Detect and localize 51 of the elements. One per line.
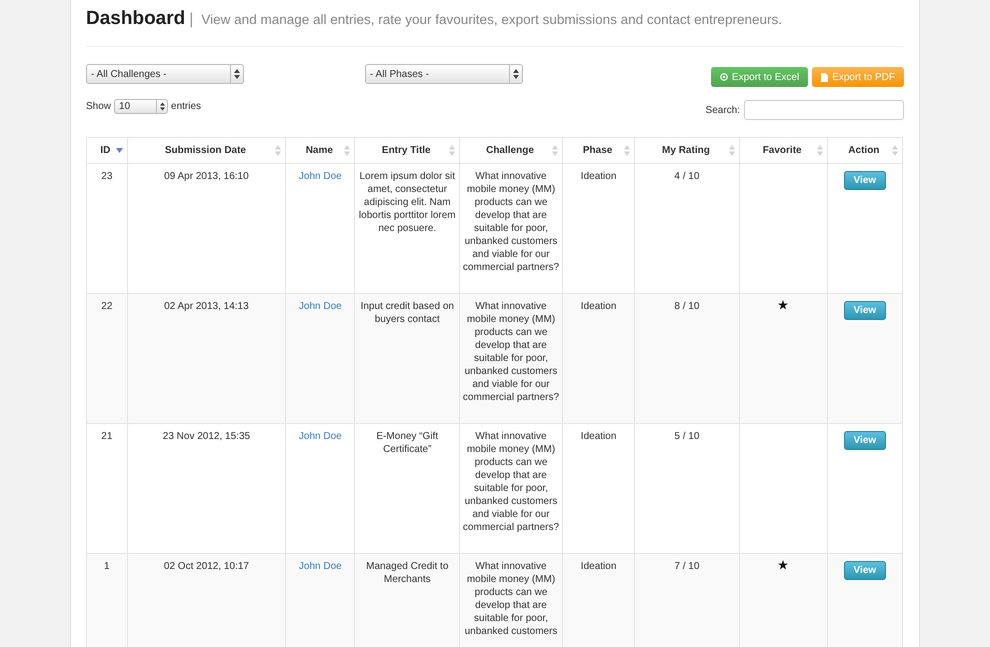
challenge-cell: What innovative mobile money (MM) products can we develop that are suitable for poor, unbanked customers and viable for our commercial partners? [460, 294, 562, 424]
column-header[interactable]: ID [86, 138, 128, 164]
phase-dropdown[interactable]: - All Phases - [365, 64, 523, 84]
id-cell: 23 [86, 164, 128, 294]
column-header[interactable]: Favorite [739, 138, 828, 164]
show-label: Show [86, 101, 112, 112]
dropdown-arrows-icon [234, 69, 240, 79]
rating-cell: 7 / 10 [634, 554, 740, 647]
sort-icon[interactable] [449, 145, 456, 156]
column-header[interactable]: Phase [562, 138, 635, 164]
column-header[interactable]: Submission Date [127, 138, 286, 164]
dropdown-arrows-icon [160, 102, 165, 111]
search-field[interactable] [744, 100, 904, 120]
document-icon [821, 72, 828, 82]
id-cell: 21 [86, 424, 128, 554]
entries-dropdown[interactable]: 10 [114, 99, 168, 114]
phase-cell: Ideation [562, 554, 635, 647]
id-cell: 1 [86, 554, 128, 647]
page-title: Dashboard [86, 8, 186, 30]
column-header[interactable]: Name [286, 138, 355, 164]
sort-icon[interactable] [728, 145, 735, 156]
id-cell: 22 [86, 294, 128, 424]
date-cell: 02 Apr 2013, 14:13 [127, 294, 286, 424]
column-header[interactable]: My Rating [634, 138, 740, 164]
sort-descending-icon[interactable] [116, 148, 123, 153]
name-link[interactable]: John Doe [298, 171, 342, 182]
entries-label: entries [171, 101, 202, 112]
name-link[interactable]: John Doe [298, 431, 342, 442]
entry-title-cell: Managed Credit to Merchants [354, 554, 460, 647]
column-header[interactable]: Action [827, 138, 902, 164]
sort-icon[interactable] [344, 145, 350, 156]
name-link[interactable]: John Doe [298, 301, 342, 312]
sort-icon[interactable] [552, 145, 558, 156]
title-separator: | [189, 11, 194, 29]
entry-title-cell: Input credit based on buyers contact [354, 294, 460, 424]
sort-icon[interactable] [816, 145, 823, 156]
dropdown-arrows-icon [513, 69, 519, 79]
rating-cell: 8 / 10 [634, 294, 740, 424]
phase-cell: Ideation [562, 294, 635, 424]
date-cell: 02 Oct 2012, 10:17 [127, 554, 286, 647]
sort-icon[interactable] [892, 145, 898, 156]
column-header[interactable]: Entry Title [354, 138, 460, 164]
search-label: Search: [706, 104, 740, 116]
challenge-dropdown[interactable]: - All Challenges - [86, 64, 244, 84]
name-link[interactable]: John Doe [298, 561, 342, 572]
page-subtitle: View and manage all entries, rate your favourites, export submissions and contact entrepreneurs. [201, 12, 782, 27]
column-header[interactable]: Challenge [460, 138, 562, 164]
sort-icon[interactable] [275, 145, 282, 156]
sort-icon[interactable] [624, 145, 630, 156]
circle-icon [720, 73, 728, 81]
challenge-cell: What innovative mobile money (MM) products can we develop that are suitable for poor, unbanked customers [460, 554, 562, 647]
